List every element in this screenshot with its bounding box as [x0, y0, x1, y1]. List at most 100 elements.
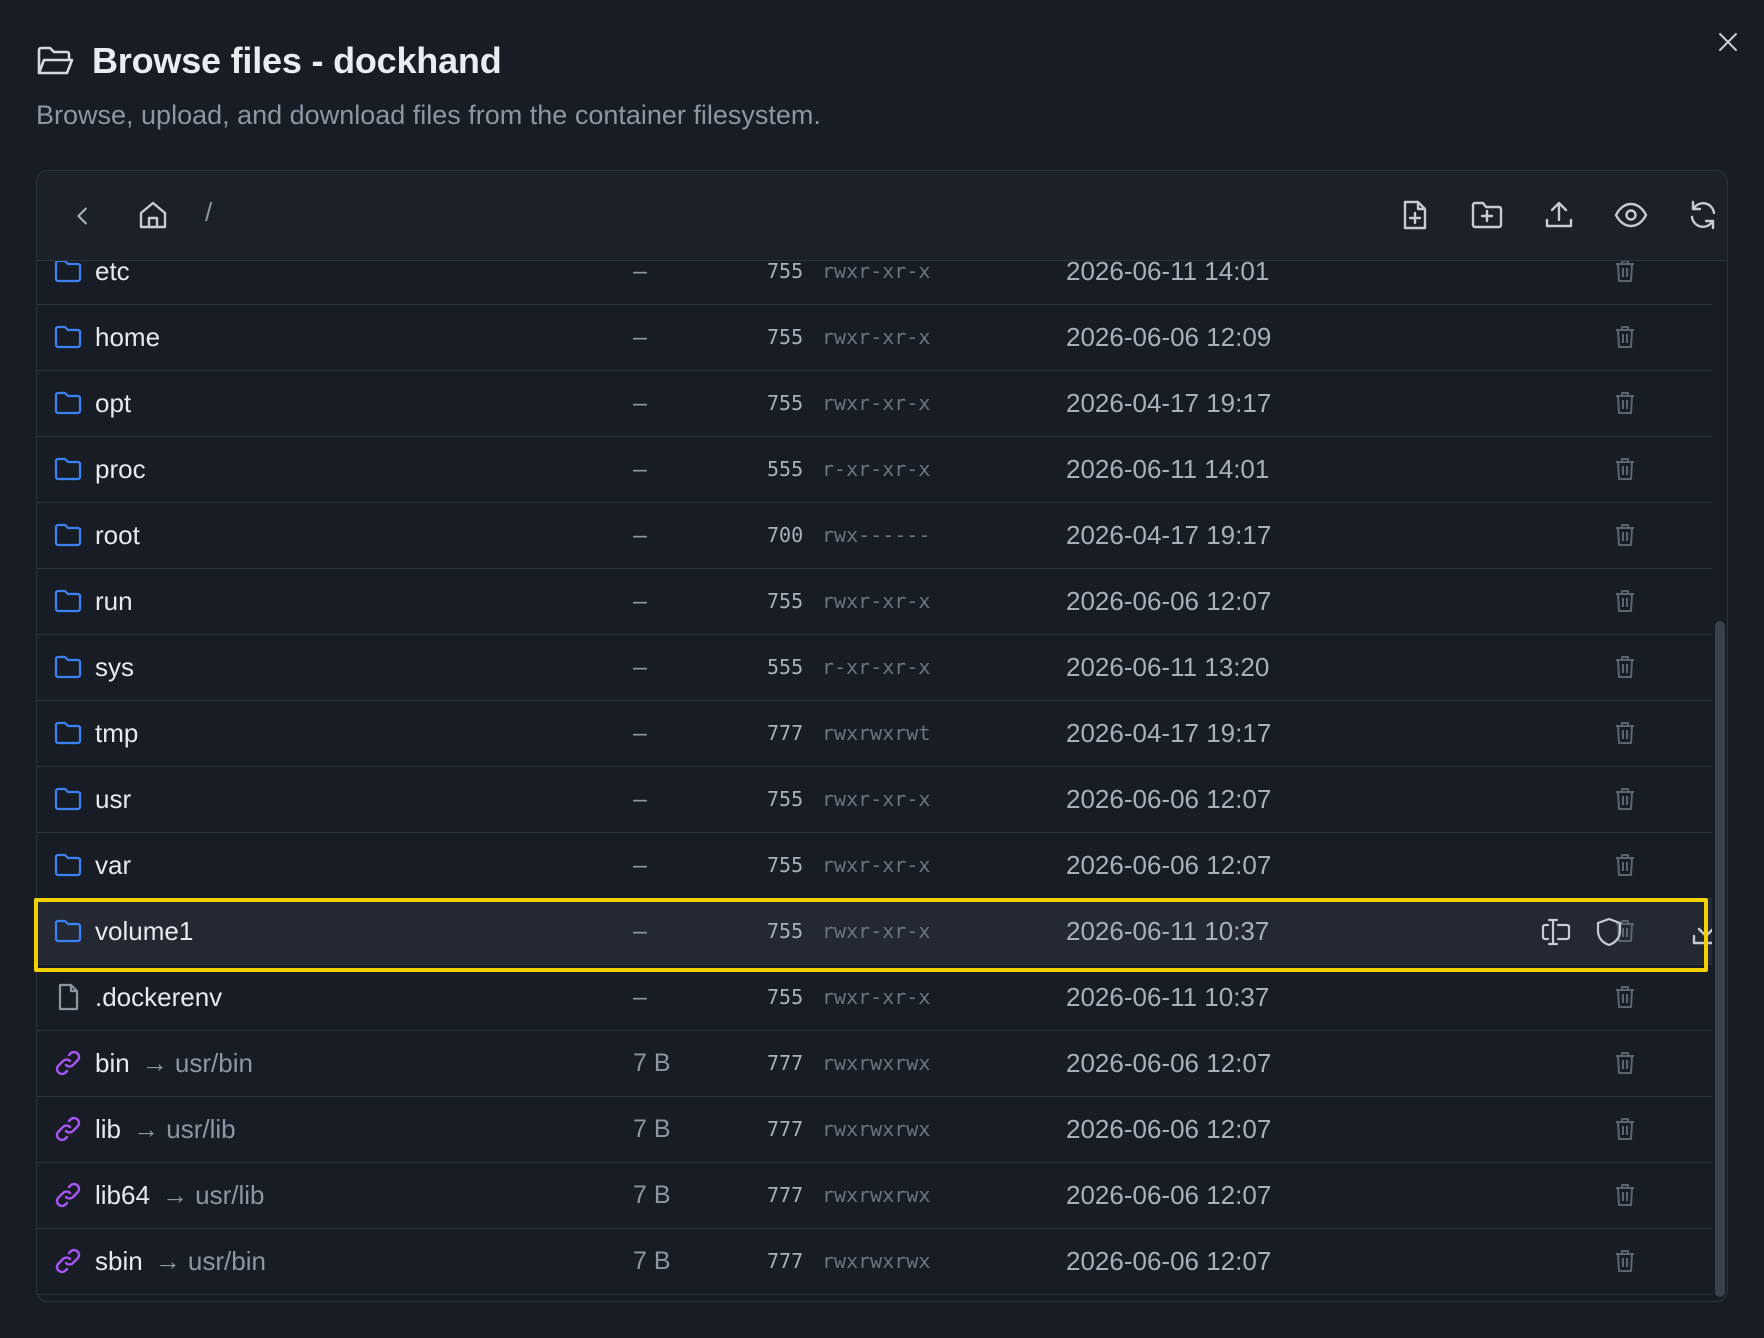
file-name[interactable]: bin → usr/bin — [95, 1048, 253, 1079]
file-name[interactable]: proc — [95, 454, 146, 485]
rename-button[interactable] — [1539, 915, 1573, 949]
upload-button[interactable] — [1537, 193, 1581, 237]
file-name[interactable]: run — [95, 586, 133, 617]
new-file-button[interactable] — [1393, 193, 1437, 237]
folder-icon — [53, 520, 83, 550]
delete-button[interactable] — [1611, 653, 1639, 681]
trash-icon — [1611, 261, 1639, 289]
file-name[interactable]: etc — [95, 261, 130, 287]
file-size: – — [633, 719, 647, 747]
permission-octal: 777 — [767, 1117, 804, 1141]
file-row[interactable]: .dockerenv – 755 rwxr-xr-x 2026-06-11 10:37 — [37, 965, 1712, 1031]
breadcrumb[interactable]: / — [205, 197, 212, 228]
permission-string: rwxr-xr-x — [822, 787, 931, 811]
file-size: – — [633, 261, 647, 285]
modified-date: 2026-06-06 12:09 — [1066, 322, 1272, 352]
file-size: – — [633, 653, 647, 681]
file-row[interactable]: etc – 755 rwxr-xr-x 2026-06-11 14:01 — [37, 261, 1712, 305]
delete-button[interactable] — [1611, 455, 1639, 483]
trash-icon — [1611, 1052, 1639, 1081]
file-name[interactable]: sbin → usr/bin — [95, 1246, 266, 1277]
modified-date: 2026-06-11 14:01 — [1066, 454, 1270, 484]
upload-icon — [1545, 201, 1573, 228]
file-name[interactable]: lib64 → usr/lib — [95, 1180, 265, 1211]
delete-button[interactable] — [1611, 261, 1639, 285]
home-button[interactable] — [131, 193, 175, 237]
permission-string: rwxr-xr-x — [822, 985, 931, 1009]
permission-octal: 755 — [767, 325, 804, 349]
file-plus-icon — [1403, 200, 1427, 230]
permission-octal: 777 — [767, 1051, 804, 1075]
permission-string: r-xr-xr-x — [822, 655, 931, 679]
toggle-hidden-button[interactable] — [1609, 193, 1653, 237]
file-name[interactable]: sys — [95, 652, 134, 683]
file-row[interactable]: proc – 555 r-xr-xr-x 2026-06-11 14:01 — [37, 437, 1712, 503]
delete-button[interactable] — [1611, 983, 1639, 1011]
back-button[interactable] — [61, 194, 105, 238]
file-row[interactable]: sys – 555 r-xr-xr-x 2026-06-11 13:20 — [37, 635, 1712, 701]
file-name[interactable]: home — [95, 322, 160, 353]
delete-button[interactable] — [1611, 785, 1639, 813]
delete-button[interactable] — [1611, 521, 1639, 549]
new-folder-button[interactable] — [1465, 193, 1509, 237]
folder-icon — [53, 322, 83, 352]
close-button[interactable] — [1712, 26, 1744, 58]
trash-icon — [1611, 986, 1639, 1015]
refresh-button[interactable] — [1681, 193, 1725, 237]
permission-string: rwxr-xr-x — [822, 589, 931, 613]
modified-date: 2026-06-11 10:37 — [1066, 982, 1270, 1012]
file-name[interactable]: lib → usr/lib — [95, 1114, 236, 1145]
scrollbar-thumb[interactable] — [1715, 621, 1725, 1297]
folder-icon — [53, 718, 83, 748]
file-size: – — [633, 323, 647, 351]
folder-icon — [53, 784, 83, 814]
permissions-button[interactable] — [1592, 915, 1626, 949]
delete-button[interactable] — [1611, 323, 1639, 351]
delete-button[interactable] — [1611, 1247, 1639, 1275]
chevron-left-icon — [77, 207, 87, 225]
permission-string: rwx------ — [822, 523, 931, 547]
file-row[interactable]: opt – 755 rwxr-xr-x 2026-04-17 19:17 — [37, 371, 1712, 437]
delete-button[interactable] — [1611, 1181, 1639, 1209]
permission-octal: 555 — [767, 457, 804, 481]
link-icon — [53, 1246, 83, 1276]
delete-button[interactable] — [1611, 1049, 1639, 1077]
file-row[interactable]: run – 755 rwxr-xr-x 2026-06-06 12:07 — [37, 569, 1712, 635]
file-name[interactable]: var — [95, 850, 131, 881]
file-name[interactable]: opt — [95, 388, 131, 419]
file-row[interactable]: lib64 → usr/lib 7 B 777 rwxrwxrwx 2026-06-06 … — [37, 1163, 1712, 1229]
permission-octal: 555 — [767, 655, 804, 679]
file-row[interactable]: tmp – 777 rwxrwxrwt 2026-04-17 19:17 — [37, 701, 1712, 767]
delete-button[interactable] — [1611, 851, 1639, 879]
folder-open-icon — [37, 46, 74, 75]
permission-octal: 755 — [767, 985, 804, 1009]
file-name[interactable]: root — [95, 520, 140, 551]
modified-date: 2026-06-11 13:20 — [1066, 652, 1270, 682]
folder-icon — [53, 454, 83, 484]
file-name[interactable]: volume1 — [95, 916, 193, 947]
delete-button[interactable] — [1611, 587, 1639, 615]
delete-button[interactable] — [1611, 719, 1639, 747]
delete-button[interactable] — [1611, 389, 1639, 417]
file-name[interactable]: usr — [95, 784, 131, 815]
download-button[interactable] — [1689, 915, 1712, 949]
file-row[interactable]: var – 755 rwxr-xr-x 2026-06-06 12:07 — [37, 833, 1712, 899]
file-row[interactable]: home – 755 rwxr-xr-x 2026-06-06 12:09 — [37, 305, 1712, 371]
file-row[interactable]: sbin → usr/bin 7 B 777 rwxrwxrwx 2026-06-06 1… — [37, 1229, 1712, 1295]
file-name[interactable]: .dockerenv — [95, 982, 222, 1013]
file-row[interactable]: bin → usr/bin 7 B 777 rwxrwxrwx 2026-06-06 12… — [37, 1031, 1712, 1097]
permission-string: rwxrwxrwx — [822, 1183, 931, 1207]
permission-octal: 755 — [767, 853, 804, 877]
link-icon — [53, 1180, 83, 1210]
delete-button[interactable] — [1611, 1115, 1639, 1143]
file-row[interactable]: root – 700 rwx------ 2026-04-17 19:17 — [37, 503, 1712, 569]
scrollbar[interactable] — [1712, 261, 1727, 1301]
file-browser-panel: / etc – 755 rwxr-xr-x 2026-06-11 14:01 home – 7… — [36, 170, 1728, 1302]
file-icon — [53, 982, 83, 1012]
file-row[interactable]: usr – 755 rwxr-xr-x 2026-06-06 12:07 — [37, 767, 1712, 833]
modified-date: 2026-04-17 19:17 — [1066, 388, 1272, 418]
file-row[interactable]: lib → usr/lib 7 B 777 rwxrwxrwx 2026-06-06 12… — [37, 1097, 1712, 1163]
file-row[interactable]: volume1 – 755 rwxr-xr-x 2026-06-11 10:37 — [37, 899, 1712, 965]
file-size: – — [633, 785, 647, 813]
file-name[interactable]: tmp — [95, 718, 138, 749]
